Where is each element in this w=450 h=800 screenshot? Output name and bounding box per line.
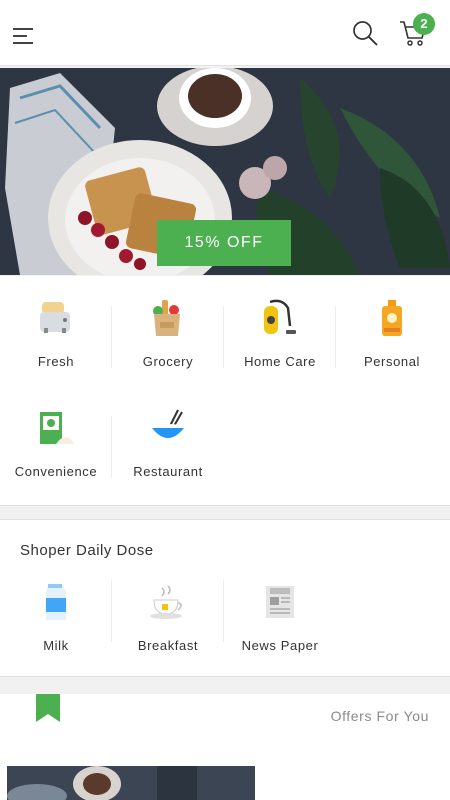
category-convenience[interactable]: Convenience	[0, 386, 112, 496]
search-icon[interactable]	[352, 20, 378, 46]
offers-title: Offers For You	[330, 708, 429, 724]
categories-panel: Fresh Grocery Home Care Personal Conveni…	[0, 276, 450, 506]
menu-icon[interactable]	[13, 28, 33, 44]
promo-banner[interactable]: 15% OFF	[0, 68, 450, 275]
cereal-box-icon	[40, 412, 74, 444]
bowl-chopsticks-icon	[152, 409, 184, 438]
offer-image	[7, 766, 255, 800]
toaster-icon	[40, 302, 70, 333]
sunscreen-bottle-icon	[382, 300, 402, 336]
dose-item-news-paper[interactable]: News Paper	[224, 576, 336, 676]
dose-item-breakfast[interactable]: Breakfast	[112, 576, 224, 676]
dose-item-milk[interactable]: Milk	[0, 576, 112, 676]
category-label: Home Care	[244, 354, 316, 369]
offers-panel: Offers For You	[0, 694, 450, 800]
category-grocery[interactable]: Grocery	[112, 276, 224, 386]
category-fresh[interactable]: Fresh	[0, 276, 112, 386]
offer-card-image[interactable]	[7, 766, 255, 800]
daily-dose-title: Shoper Daily Dose	[20, 542, 154, 559]
dose-label: Milk	[43, 638, 69, 653]
grocery-bag-icon	[153, 300, 180, 336]
tea-cup-icon	[150, 585, 182, 619]
category-restaurant[interactable]: Restaurant	[112, 386, 224, 496]
bookmark-icon	[36, 694, 60, 722]
milk-carton-icon	[46, 584, 66, 620]
category-label: Restaurant	[133, 464, 203, 479]
dose-label: Breakfast	[137, 638, 199, 653]
category-label: Personal	[363, 354, 421, 369]
dose-label: News Paper	[241, 638, 319, 653]
category-label: Grocery	[142, 354, 194, 369]
newspaper-icon	[266, 586, 294, 618]
vacuum-cleaner-icon	[264, 299, 296, 334]
top-bar: 2	[0, 0, 450, 66]
category-label: Fresh	[37, 354, 75, 369]
cart-count-badge: 2	[413, 13, 435, 35]
category-label: Convenience	[14, 464, 98, 479]
category-home-care[interactable]: Home Care	[224, 276, 336, 386]
category-personal[interactable]: Personal	[336, 276, 448, 386]
offer-badge-button[interactable]: 15% OFF	[157, 220, 291, 266]
daily-dose-panel: Shoper Daily Dose Milk Breakfast News Pa…	[0, 519, 450, 677]
